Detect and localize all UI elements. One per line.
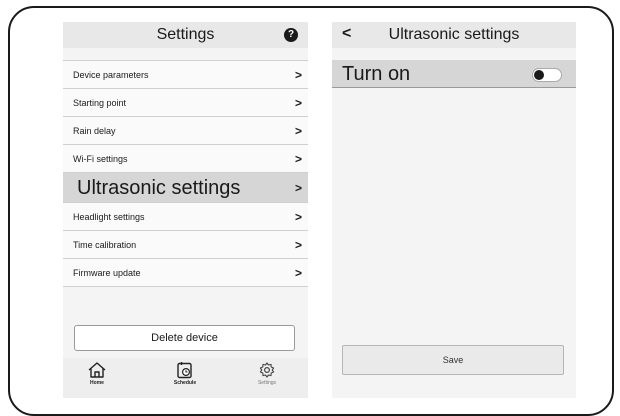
bottom-tab-bar: Home Schedule Settings bbox=[63, 358, 308, 398]
menu-item-label: Rain delay bbox=[73, 126, 116, 136]
menu-item-ultrasonic-settings[interactable]: Ultrasonic settings > bbox=[63, 173, 308, 203]
home-icon bbox=[88, 362, 106, 378]
tab-home[interactable]: Home bbox=[67, 361, 127, 386]
menu-item-label: Starting point bbox=[73, 98, 127, 108]
gear-icon bbox=[259, 362, 275, 378]
menu-item-label: Headlight settings bbox=[73, 212, 145, 222]
menu-item-label: Wi-Fi settings bbox=[73, 154, 128, 164]
help-icon[interactable]: ? bbox=[284, 28, 298, 42]
chevron-right-icon: > bbox=[294, 124, 302, 138]
menu-item-label: Ultrasonic settings bbox=[77, 177, 241, 199]
chevron-right-icon: > bbox=[294, 96, 302, 110]
tab-settings[interactable]: Settings bbox=[237, 361, 297, 386]
save-button[interactable]: Save bbox=[342, 345, 564, 375]
page-title: Ultrasonic settings bbox=[388, 26, 520, 43]
chevron-right-icon: > bbox=[294, 181, 302, 195]
menu-item-wifi-settings[interactable]: Wi-Fi settings > bbox=[63, 145, 308, 173]
turn-on-label: Turn on bbox=[342, 63, 411, 85]
turn-on-toggle[interactable] bbox=[532, 68, 562, 82]
tab-label: Home bbox=[90, 380, 104, 386]
chevron-right-icon: > bbox=[294, 210, 302, 224]
tab-label: Schedule bbox=[173, 380, 197, 386]
tab-schedule[interactable]: Schedule bbox=[155, 361, 215, 386]
menu-item-starting-point[interactable]: Starting point > bbox=[63, 89, 308, 117]
chevron-right-icon: > bbox=[294, 152, 302, 166]
page-title: Settings bbox=[156, 26, 215, 43]
settings-menu: Device parameters > Starting point > Rai… bbox=[63, 60, 308, 287]
chevron-right-icon: > bbox=[294, 266, 302, 280]
toggle-knob bbox=[534, 70, 544, 80]
tab-label: Settings bbox=[257, 380, 277, 386]
settings-header: Settings ? bbox=[63, 22, 308, 48]
ultrasonic-settings-screen: < Ultrasonic settings Turn on Save bbox=[332, 22, 576, 398]
menu-item-headlight-settings[interactable]: Headlight settings > bbox=[63, 203, 308, 231]
settings-screen: Settings ? Device parameters > Starting … bbox=[63, 22, 308, 398]
menu-item-label: Firmware update bbox=[73, 268, 141, 278]
delete-device-button[interactable]: Delete device bbox=[74, 325, 295, 351]
chevron-right-icon: > bbox=[294, 238, 302, 252]
ultrasonic-header: < Ultrasonic settings bbox=[332, 22, 576, 48]
menu-item-time-calibration[interactable]: Time calibration > bbox=[63, 231, 308, 259]
menu-item-device-parameters[interactable]: Device parameters > bbox=[63, 61, 308, 89]
menu-item-rain-delay[interactable]: Rain delay > bbox=[63, 117, 308, 145]
menu-item-firmware-update[interactable]: Firmware update > bbox=[63, 259, 308, 287]
menu-item-label: Device parameters bbox=[73, 70, 149, 80]
calendar-clock-icon bbox=[177, 362, 192, 379]
chevron-right-icon: > bbox=[294, 68, 302, 82]
turn-on-row: Turn on bbox=[332, 60, 576, 88]
menu-item-label: Time calibration bbox=[73, 240, 137, 250]
